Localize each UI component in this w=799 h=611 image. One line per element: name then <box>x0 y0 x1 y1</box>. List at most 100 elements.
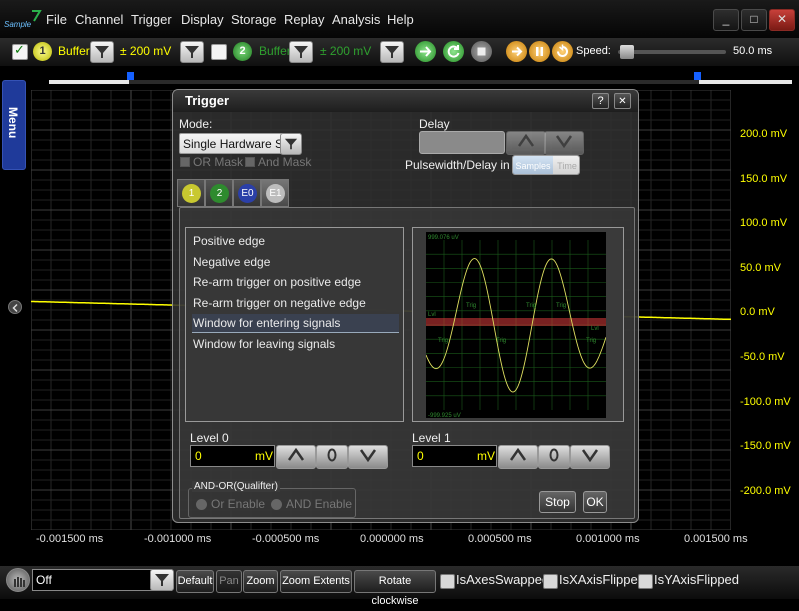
loop-icon <box>557 44 568 57</box>
x-flipped-checkbox[interactable] <box>543 574 558 589</box>
tab-ch2[interactable]: 2 <box>205 179 233 207</box>
toggle-time[interactable]: Time <box>553 156 579 174</box>
level0-zero-button[interactable] <box>316 445 348 469</box>
collapse-button[interactable] <box>8 300 22 314</box>
rotate-clockwise-button[interactable]: Rotate clockwise <box>354 570 436 607</box>
dialog-title-bar[interactable]: Trigger ? ✕ <box>173 90 638 112</box>
zero-icon <box>549 448 559 462</box>
ch1-enable-checkbox[interactable] <box>12 42 28 60</box>
dialog-close-button[interactable]: ✕ <box>614 93 631 109</box>
hand-tool-button[interactable] <box>6 568 30 592</box>
toggle-samples[interactable]: Samples <box>513 156 553 174</box>
trigger-preview-plot: 999.076 uV -999.925 uV Trig Trig Trig Trig Tri… <box>426 232 606 418</box>
ch1-buffer-dropdown[interactable] <box>90 41 114 63</box>
zoom-button[interactable]: Zoom <box>243 570 278 593</box>
menu-help[interactable]: Help <box>387 12 414 27</box>
y-tick-label: 100.0 mV <box>740 217 788 230</box>
time-scrollbar[interactable] <box>49 72 792 84</box>
funnel-icon <box>385 46 399 58</box>
tab-ch1[interactable]: 1 <box>177 179 205 207</box>
trigger-type-item[interactable]: Re-arm trigger on positive edge <box>192 273 399 291</box>
y-flipped-label: IsYAxisFlipped <box>654 572 740 587</box>
delay-up-button[interactable] <box>506 131 546 155</box>
tab-ch2-label: 2 <box>210 184 229 203</box>
step-button[interactable] <box>506 41 527 62</box>
y-tick-label: -200.0 mV <box>740 484 791 497</box>
tab-ch1-label: 1 <box>182 184 201 203</box>
pause-button[interactable] <box>529 41 550 62</box>
menu-display[interactable]: Display <box>181 12 224 27</box>
mode-off-dropdown[interactable] <box>150 569 174 591</box>
menu-file[interactable]: File <box>46 12 67 27</box>
trigger-type-item[interactable]: Window for leaving signals <box>192 335 399 353</box>
play-button[interactable] <box>415 41 436 62</box>
x-tick-label: 0.000500 ms <box>468 533 532 545</box>
level1-down-button[interactable] <box>570 445 610 469</box>
trigger-type-item[interactable]: Re-arm trigger on negative edge <box>192 294 399 312</box>
ch1-range-label: ± 200 mV <box>120 44 172 58</box>
speed-slider-track[interactable] <box>618 50 726 54</box>
and-mask-checkbox[interactable] <box>245 157 255 167</box>
y-flipped-checkbox[interactable] <box>638 574 653 589</box>
or-mask-label: OR Mask <box>193 155 244 169</box>
refresh-button[interactable] <box>443 41 464 62</box>
help-button[interactable]: ? <box>592 93 609 109</box>
menu-trigger[interactable]: Trigger <box>131 12 172 27</box>
chevron-down-icon <box>555 135 573 149</box>
delay-down-button[interactable] <box>544 131 584 155</box>
pulsewidth-unit-toggle[interactable]: Samples Time <box>512 155 580 175</box>
maximize-button[interactable]: □ <box>741 9 767 31</box>
preview-trig-marker: Trig <box>526 303 536 309</box>
ok-button[interactable]: OK <box>583 491 607 513</box>
range-marker-left[interactable] <box>127 72 134 80</box>
tab-e1[interactable]: E1 <box>261 179 289 207</box>
axes-swapped-checkbox[interactable] <box>440 574 455 589</box>
side-menu-tab[interactable]: Menu <box>2 80 26 170</box>
menu-replay[interactable]: Replay <box>284 12 324 27</box>
ch1-range-dropdown[interactable] <box>180 41 204 63</box>
close-button[interactable]: ✕ <box>769 9 795 31</box>
level1-label: Level 1 <box>412 431 451 445</box>
pan-button[interactable]: Pan <box>216 570 242 593</box>
level1-input[interactable]: 0 mV <box>412 445 497 467</box>
or-mask-checkbox[interactable] <box>180 157 190 167</box>
time-scrollbar-right-segment <box>699 80 792 84</box>
tab-e0[interactable]: E0 <box>233 179 261 207</box>
mode-dropdown-button[interactable] <box>280 133 302 155</box>
level1-up-button[interactable] <box>498 445 538 469</box>
level1-zero-button[interactable] <box>538 445 570 469</box>
trigger-type-item[interactable]: Negative edge <box>192 253 399 271</box>
time-scrollbar-left-segment <box>49 80 129 84</box>
y-tick-label: 50.0 mV <box>740 261 781 274</box>
ch2-enable-checkbox[interactable] <box>211 44 227 60</box>
level0-down-button[interactable] <box>348 445 388 469</box>
delay-input[interactable] <box>419 131 505 154</box>
range-marker-right[interactable] <box>694 72 701 80</box>
mode-select[interactable]: Single Hardware So <box>179 133 302 155</box>
trigger-type-item[interactable]: Positive edge <box>192 232 399 250</box>
speed-slider-thumb[interactable] <box>620 45 634 59</box>
or-enable-radio[interactable] <box>196 499 207 510</box>
menu-analysis[interactable]: Analysis <box>332 12 380 27</box>
menu-storage[interactable]: Storage <box>231 12 277 27</box>
level0-up-button[interactable] <box>276 445 316 469</box>
stop-button[interactable] <box>471 41 492 62</box>
ch2-range-dropdown[interactable] <box>380 41 404 63</box>
trigger-type-item[interactable]: Window for entering signals <box>192 314 399 334</box>
default-button[interactable]: Default <box>176 570 214 593</box>
funnel-icon <box>95 46 109 58</box>
chevron-up-icon <box>287 447 305 461</box>
ch2-buffer-dropdown[interactable] <box>289 41 313 63</box>
loop-button[interactable] <box>552 41 573 62</box>
stop-trigger-button[interactable]: Stop <box>539 491 576 513</box>
preview-trig-marker: Trig <box>496 338 506 344</box>
level0-input[interactable]: 0 mV <box>190 445 275 467</box>
and-enable-radio[interactable] <box>271 499 282 510</box>
chevron-left-icon <box>12 303 18 313</box>
x-tick-label: 0.001000 ms <box>576 533 640 545</box>
stop-icon <box>477 47 486 56</box>
zoom-extents-button[interactable]: Zoom Extents <box>280 570 352 593</box>
trigger-type-list: Positive edge Negative edge Re-arm trigger… <box>185 227 404 422</box>
minimize-button[interactable]: _ <box>713 9 739 31</box>
menu-channel[interactable]: Channel <box>75 12 123 27</box>
